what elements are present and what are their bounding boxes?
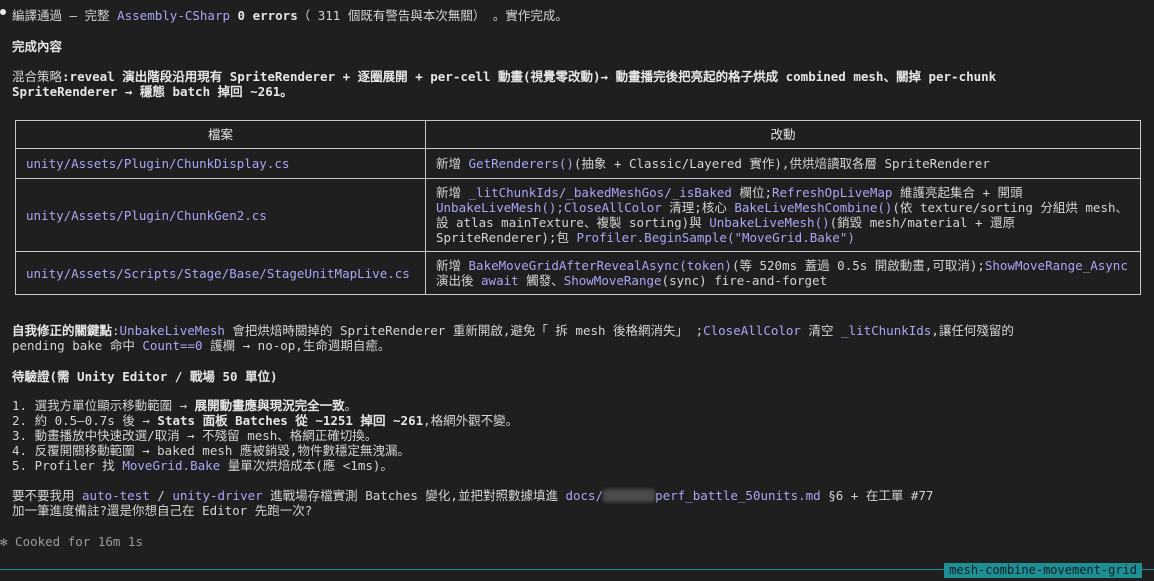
change-desc: 新增 BakeMoveGridAfterRevealAsync(token)(等… — [425, 251, 1141, 295]
terminal-output: 編譯通過 — 完整 Assembly-CSharp 0 errors（ 311 … — [0, 0, 1154, 581]
text-segment: (sync) fire-and-forget — [661, 273, 828, 288]
text-segment: (等 520ms 蓋過 0.5s 開啟動畫,可取消); — [731, 258, 985, 273]
header-file: 檔案 — [15, 120, 426, 149]
table-row: unity/Assets/Plugin/ChunkDisplay.cs 新增 G… — [15, 148, 1141, 179]
text-segment: 欄位; — [731, 185, 772, 200]
table-row: unity/Assets/Plugin/ChunkGen2.cs 新增 _lit… — [15, 178, 1141, 252]
change-desc: 新增 _litChunkIds/_bakedMeshGos/_isBaked 欄… — [425, 178, 1141, 252]
text-segment: 量單次烘焙成本(應 <1ms)。 — [220, 458, 393, 473]
section-heading-done: 完成內容 — [12, 39, 63, 54]
question-line-2: 加一筆進度備註?還是你想自己在 Editor 先跑一次? — [12, 503, 313, 518]
text-segment: 清理;核心 — [661, 200, 735, 215]
verify-step: 4. 反覆開關移動範圍 → baked mesh 應被銷毀,物件數穩定無洩漏。 — [12, 443, 410, 458]
cooked-status: ✻ Cooked for 16m 1s — [0, 534, 143, 549]
text-segment: ,格網外觀不變。 — [423, 413, 519, 428]
question-line-1: 要不要我用 auto-test / unity-driver 進戰場存檔實測 B… — [12, 488, 934, 503]
redacted-segment — [603, 489, 656, 502]
code-identifier: UnbakeLiveMesh();CloseAllColor — [436, 200, 662, 215]
code-identifier: RefreshOpLiveMap — [772, 185, 893, 200]
verify-step: 2. 約 0.5–0.7s 後 → Stats 面板 Batches 從 ~12… — [12, 413, 518, 428]
change-desc: 新增 GetRenderers()(抽象 + Classic/Layered 實… — [425, 148, 1141, 179]
emphasis-text: Stats 面板 Batches 從 ~1251 掉回 ~261 — [157, 413, 424, 428]
section-heading-verify: 待驗證(需 Unity Editor / 戰場 50 單位) — [12, 369, 278, 384]
code-identifier: MoveGrid.Bake — [122, 458, 221, 473]
text-segment: 。 — [344, 398, 358, 413]
code-identifier: await — [481, 273, 519, 288]
emphasis-text: 展開動畫應與現況完全一致 — [194, 398, 345, 413]
text-segment: (抽象 + Classic/Layered 實作),供烘焙讀取各層 Sprite… — [573, 156, 990, 171]
code-identifier: BakeMoveGridAfterRevealAsync(token) — [468, 258, 732, 273]
text-segment: 新增 — [436, 258, 469, 273]
text-segment: 5. Profiler 找 — [12, 458, 123, 473]
assembly-name: Assembly-CSharp — [117, 8, 230, 23]
bullet-icon — [0, 9, 6, 15]
compile-status-line: 編譯通過 — 完整 Assembly-CSharp 0 errors（ 311 … — [12, 8, 568, 23]
verify-step: 1. 選我方單位顯示移動範圍 → 展開動畫應與現況完全一致。 — [12, 398, 357, 413]
file-path: unity/Assets/Plugin/ChunkDisplay.cs — [15, 148, 426, 179]
text-segment: 新增 — [436, 156, 469, 171]
verify-step: 3. 動畫播放中快速改選/取消 → 不殘留 mesh、格網正確切換。 — [12, 428, 377, 443]
code-identifier: ShowMoveRange_Async — [984, 258, 1128, 273]
changes-table: 檔案 改動 unity/Assets/Plugin/ChunkDisplay.c… — [15, 120, 1141, 295]
doc-path-link[interactable]: docs/perf_battle_50units.md — [565, 488, 820, 503]
table-header-row: 檔案 改動 — [15, 120, 1141, 149]
text-segment: 維護亮起集合 + 開頭 — [892, 185, 1023, 200]
tool-link[interactable]: unity-driver — [172, 488, 262, 503]
code-identifier: UnbakeLiveMesh() — [709, 215, 830, 230]
code-identifier: BakeLiveMeshCombine() — [734, 200, 893, 215]
header-change: 改動 — [425, 120, 1141, 149]
text-segment: 觸發、 — [518, 273, 564, 288]
text-segment: 2. 約 0.5–0.7s 後 → — [12, 413, 158, 428]
strategy-line-1: 混合策略:reveal 演出階段沿用現有 SpriteRenderer + 逐圈… — [12, 69, 997, 84]
code-identifier: _litChunkIds/_bakedMeshGos/_isBaked — [468, 185, 732, 200]
tool-link[interactable]: auto-test — [82, 488, 150, 503]
text-segment: 3. 動畫播放中快速改選/取消 → 不殘留 mesh、格網正確切換。 — [12, 428, 378, 443]
code-identifier: GetRenderers() — [468, 156, 574, 171]
fix-line-1: 自我修正的關鍵點:UnbakeLiveMesh 會把烘焙時關掉的 SpriteR… — [12, 323, 1014, 338]
text-segment: 1. 選我方單位顯示移動範圍 → — [12, 398, 195, 413]
text-segment: 新增 — [436, 185, 469, 200]
file-path: unity/Assets/Scripts/Stage/Base/StageUni… — [15, 251, 426, 295]
file-path: unity/Assets/Plugin/ChunkGen2.cs — [15, 178, 426, 252]
strategy-line-2: SpriteRenderer → 穩態 batch 掉回 ~261。 — [12, 84, 293, 99]
error-count: 0 errors — [230, 8, 298, 23]
fix-line-2: pending bake 命中 Count==0 護欄 → no-op,生命週期… — [12, 338, 391, 353]
text-segment: 4. 反覆開關移動範圍 → baked mesh 應被銷毀,物件數穩定無洩漏。 — [12, 443, 410, 458]
code-identifier: ShowMoveRange — [563, 273, 662, 288]
table-row: unity/Assets/Scripts/Stage/Base/StageUni… — [15, 251, 1141, 295]
text-segment: 演出後 — [436, 273, 482, 288]
code-identifier: Profiler.BeginSample("MoveGrid.Bake") — [576, 230, 855, 245]
verify-step: 5. Profiler 找 MoveGrid.Bake 量單次烘焙成本(應 <1… — [12, 458, 393, 473]
git-branch-badge[interactable]: mesh-combine-movement-grid — [944, 563, 1142, 578]
